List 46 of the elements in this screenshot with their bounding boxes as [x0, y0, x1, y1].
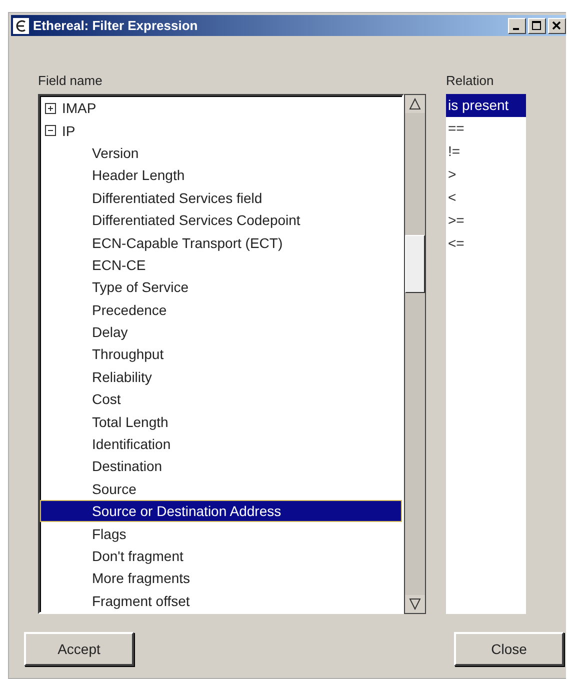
tree-item[interactable]: Differentiated Services Codepoint: [40, 208, 402, 232]
relation-item[interactable]: is present: [446, 94, 526, 117]
tree-item[interactable]: Precedence: [40, 298, 402, 321]
relation-item[interactable]: <=: [446, 232, 526, 255]
tree-item[interactable]: ECN-CE: [40, 254, 402, 276]
close-icon[interactable]: [548, 18, 566, 34]
relation-item[interactable]: >: [446, 163, 526, 186]
expand-icon[interactable]: [45, 102, 56, 114]
tree-item[interactable]: Total Length: [40, 410, 402, 433]
tree-item[interactable]: Version: [40, 142, 402, 164]
collapse-icon[interactable]: [45, 125, 56, 136]
relation-item[interactable]: >=: [446, 209, 526, 232]
app-logo-icon: [13, 18, 29, 34]
tree-item[interactable]: Don't fragment: [40, 544, 402, 568]
minimize-button[interactable]: [508, 18, 526, 34]
scroll-down-icon[interactable]: [405, 595, 425, 613]
tree-item[interactable]: Header Length: [40, 164, 402, 187]
tree-item[interactable]: Flags: [40, 522, 402, 545]
tree-item[interactable]: Throughput: [40, 343, 402, 366]
tree-item[interactable]: Differentiated Services field: [40, 186, 402, 209]
tree-item[interactable]: IMAP: [40, 97, 402, 120]
relation-item[interactable]: !=: [446, 140, 526, 163]
tree-item[interactable]: Delay: [40, 320, 402, 344]
scroll-thumb[interactable]: [405, 235, 425, 293]
tree-item[interactable]: Identification: [40, 432, 402, 456]
relation-label: Relation: [446, 73, 495, 88]
dialog-button[interactable]: Accept: [24, 632, 134, 666]
tree-item[interactable]: IP: [40, 119, 402, 142]
relation-item[interactable]: <: [446, 186, 526, 209]
tree-item[interactable]: Type of Service: [40, 276, 402, 299]
maximize-button[interactable]: [528, 18, 546, 34]
scroll-up-icon[interactable]: [405, 95, 425, 113]
field-tree[interactable]: [38, 94, 404, 614]
tree-item[interactable]: Cost: [40, 388, 402, 410]
dialog-button[interactable]: Close: [454, 632, 564, 666]
tree-item[interactable]: Source: [40, 478, 402, 500]
scrollbar[interactable]: [404, 94, 426, 614]
tree-item[interactable]: Fragment offset: [40, 590, 402, 612]
field-name-label: Field name: [38, 73, 104, 88]
tree-item[interactable]: Destination: [40, 455, 402, 478]
tree-item[interactable]: ECN-Capable Transport (ECT): [40, 231, 402, 254]
tree-item[interactable]: Reliability: [40, 366, 402, 388]
tree-item[interactable]: More fragments: [40, 567, 402, 590]
relation-item[interactable]: ==: [446, 117, 526, 140]
window-title: Ethereal: Filter Expression: [33, 18, 199, 33]
tree-item[interactable]: Source or Destination Address: [40, 500, 402, 522]
